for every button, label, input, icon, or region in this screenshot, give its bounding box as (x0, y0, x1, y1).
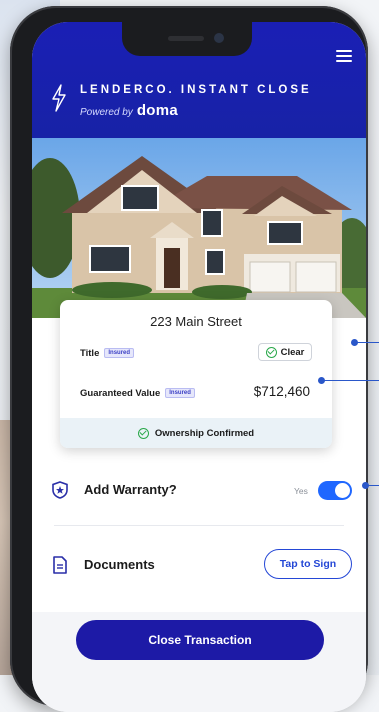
documents-row: Documents Tap to Sign (32, 540, 366, 590)
title-insured-badge: Insured (104, 348, 135, 359)
phone-notch (122, 22, 252, 56)
doma-logo: doma (136, 102, 179, 119)
property-address: 223 Main Street (150, 314, 242, 329)
toggle-knob (335, 483, 350, 498)
warranty-toggle[interactable] (318, 481, 352, 500)
title-status-pill: Clear (258, 343, 312, 361)
phone-frame: LENDERCO. INSTANT CLOSE Powered bydoma (10, 6, 368, 712)
powered-by-text: Powered by (80, 107, 133, 118)
house-photo (32, 138, 366, 318)
check-circle-icon (137, 427, 149, 439)
shield-star-icon (52, 481, 68, 499)
app-screen: LENDERCO. INSTANT CLOSE Powered bydoma (32, 22, 366, 712)
warranty-toggle-text: Yes (294, 486, 308, 496)
callout-line-warranty (367, 485, 379, 486)
title-label: Title (80, 348, 100, 359)
speaker-grille (168, 36, 204, 41)
brand-title: LENDERCO. INSTANT CLOSE (80, 84, 312, 96)
check-circle-icon (265, 346, 277, 358)
value-row-label: Guaranteed Value Insured (80, 388, 195, 399)
warranty-label: Add Warranty? (84, 482, 177, 497)
documents-label: Documents (84, 557, 155, 572)
value-label: Guaranteed Value (80, 388, 161, 399)
property-card: 223 Main Street Title Insured Clear Guara… (60, 300, 332, 448)
title-status-text: Clear (280, 346, 305, 358)
callout-line-title (356, 342, 379, 343)
callout-line-value (323, 380, 379, 381)
warranty-row: Add Warranty? Yes (32, 468, 366, 518)
hamburger-menu-icon[interactable] (336, 50, 352, 62)
tap-to-sign-button[interactable]: Tap to Sign (264, 549, 352, 579)
title-row-label: Title Insured (80, 348, 135, 359)
close-transaction-button[interactable]: Close Transaction (76, 620, 324, 660)
powered-by-line: Powered by doma (80, 102, 178, 119)
ownership-status-text: Ownership Confirmed (154, 427, 255, 439)
front-camera-icon (214, 33, 224, 43)
lightning-bolt-icon (52, 84, 66, 112)
value-insured-badge: Insured (165, 388, 195, 399)
document-icon (53, 556, 67, 574)
ownership-status-bar: Ownership Confirmed (60, 418, 332, 448)
row-divider (54, 525, 344, 526)
guaranteed-value-amount: $712,460 (253, 384, 310, 399)
